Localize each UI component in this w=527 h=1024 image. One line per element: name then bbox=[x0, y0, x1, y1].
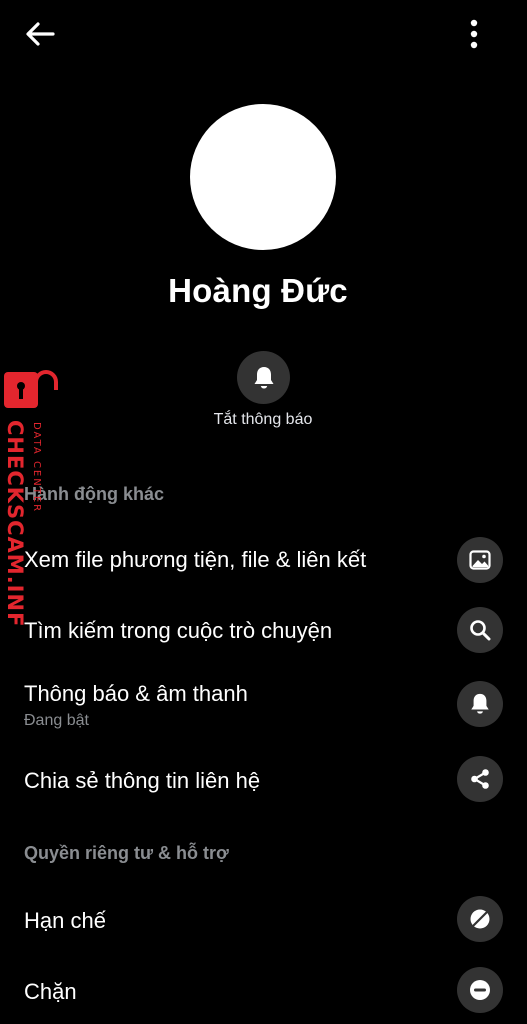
section-header-privacy-support: Quyền riêng tư & hỗ trợ bbox=[24, 843, 229, 863]
search-icon bbox=[470, 620, 491, 641]
notifications-sounds-label: Thông báo & âm thanh bbox=[24, 681, 248, 706]
arrow-left-icon bbox=[26, 22, 55, 46]
restrict-icon bbox=[470, 909, 490, 929]
view-media-icon-button bbox=[457, 537, 503, 583]
back-button[interactable] bbox=[22, 17, 58, 51]
block-icon-button bbox=[457, 967, 503, 1013]
avatar[interactable] bbox=[190, 104, 336, 250]
more-vertical-icon bbox=[470, 19, 478, 49]
share-icon bbox=[471, 769, 489, 789]
mute-notifications-button[interactable] bbox=[237, 351, 290, 404]
bell-icon bbox=[471, 693, 489, 714]
svg-text:DATA CENTER: DATA CENTER bbox=[31, 422, 42, 513]
top-bar bbox=[0, 0, 527, 68]
share-contact-row[interactable]: Chia sẻ thông tin liên hệ bbox=[0, 748, 527, 812]
block-row[interactable]: Chặn bbox=[0, 958, 527, 1022]
mute-notifications-label: Tắt thông báo bbox=[213, 411, 313, 428]
block-label: Chặn bbox=[24, 979, 77, 1004]
notifications-sounds-row[interactable]: Thông báo & âm thanh Đang bật bbox=[0, 672, 527, 738]
search-in-chat-icon-button bbox=[457, 607, 503, 653]
share-contact-icon-button bbox=[457, 756, 503, 802]
share-contact-label: Chia sẻ thông tin liên hệ bbox=[24, 768, 261, 793]
image-icon bbox=[469, 550, 491, 570]
notifications-icon-button bbox=[457, 681, 503, 727]
block-icon bbox=[470, 980, 490, 1000]
bell-icon bbox=[254, 366, 273, 388]
svg-text:CHECKSCAM.INFO: CHECKSCAM.INFO bbox=[3, 420, 27, 628]
restrict-icon-button bbox=[457, 896, 503, 942]
view-media-row[interactable]: Xem file phương tiện, file & liên kết bbox=[0, 528, 527, 592]
more-options-button[interactable] bbox=[458, 15, 490, 53]
notifications-status: Đang bật bbox=[24, 712, 89, 729]
checkscam-watermark: CHECKSCAM.INFO DATA CENTER bbox=[0, 368, 60, 646]
search-in-chat-label: Tìm kiếm trong cuộc trò chuyện bbox=[24, 618, 333, 643]
profile-name: Hoàng Đức bbox=[168, 272, 348, 309]
restrict-label: Hạn chế bbox=[24, 908, 106, 933]
view-media-label: Xem file phương tiện, file & liên kết bbox=[24, 547, 367, 572]
search-in-chat-row[interactable]: Tìm kiếm trong cuộc trò chuyện bbox=[0, 598, 527, 662]
restrict-row[interactable]: Hạn chế bbox=[0, 888, 527, 952]
